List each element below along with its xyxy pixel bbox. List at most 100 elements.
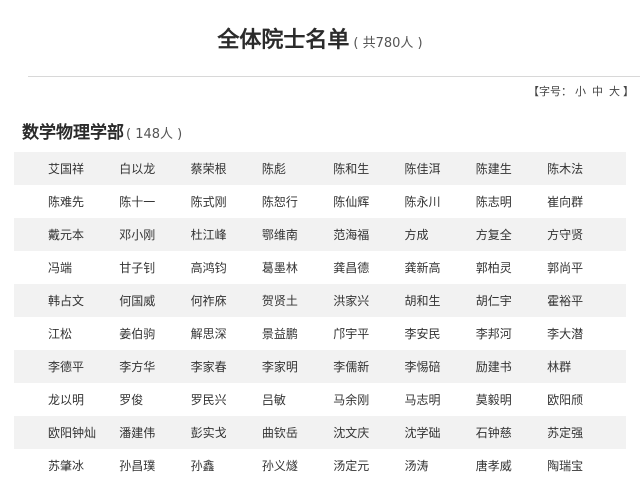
academician-name-link[interactable]: 方成	[405, 226, 475, 243]
academician-name-link[interactable]: 姜伯驹	[119, 325, 189, 342]
academician-name-link[interactable]: 孙义燧	[262, 457, 332, 474]
academician-name-link[interactable]: 林群	[547, 358, 617, 375]
academician-name-link[interactable]: 彭实戈	[191, 424, 261, 441]
academician-name-link[interactable]: 罗俊	[119, 391, 189, 408]
section-heading: 数学物理学部( 148人 )	[22, 118, 182, 143]
academician-name-link[interactable]: 方复全	[476, 226, 546, 243]
academician-name-link[interactable]: 李方华	[119, 358, 189, 375]
academician-name-link[interactable]: 沈学础	[405, 424, 475, 441]
academician-name-link[interactable]: 汤涛	[405, 457, 475, 474]
academician-name-link[interactable]: 马余刚	[333, 391, 403, 408]
academician-name-link[interactable]: 陈佳洱	[405, 160, 475, 177]
academician-name-link[interactable]: 洪家兴	[333, 292, 403, 309]
academician-name-link[interactable]: 艾国祥	[48, 160, 118, 177]
academician-name-link[interactable]: 陈和生	[333, 160, 403, 177]
academician-name-link[interactable]: 陈彪	[262, 160, 332, 177]
academician-name-link[interactable]: 苏肇冰	[48, 457, 118, 474]
academician-name-link[interactable]: 龚新高	[405, 259, 475, 276]
academician-name-link[interactable]: 陈永川	[405, 193, 475, 210]
academician-name-link[interactable]: 何祚庥	[191, 292, 261, 309]
academician-name-link[interactable]: 马志明	[405, 391, 475, 408]
academician-name-link[interactable]: 龚昌德	[333, 259, 403, 276]
academician-name-link[interactable]: 欧阳颀	[547, 391, 617, 408]
academician-name-link[interactable]: 沈文庆	[333, 424, 403, 441]
academician-name-link[interactable]: 石钟慈	[476, 424, 546, 441]
academician-name-link[interactable]: 方守贤	[547, 226, 617, 243]
academician-name-link[interactable]: 李邦河	[476, 325, 546, 342]
academician-name-link[interactable]: 陈十一	[119, 193, 189, 210]
name-row: 龙以明 罗俊 罗民兴 吕敏 马余刚 马志明 莫毅明 欧阳颀	[14, 383, 626, 416]
academician-name-link[interactable]: 莫毅明	[476, 391, 546, 408]
academician-name-link[interactable]: 李安民	[405, 325, 475, 342]
academician-name-link[interactable]: 唐孝威	[476, 457, 546, 474]
academician-name-link[interactable]: 李儒新	[333, 358, 403, 375]
academician-name-link[interactable]: 胡和生	[405, 292, 475, 309]
academician-name-link[interactable]: 韩占文	[48, 292, 118, 309]
font-size-medium-button[interactable]: 中	[592, 85, 603, 98]
academician-name-link[interactable]: 戴元本	[48, 226, 118, 243]
font-size-selector: 【字号：小中大】	[528, 83, 634, 99]
name-row: 陈难先 陈十一 陈式刚 陈恕行 陈仙辉 陈永川 陈志明 崔向群	[14, 185, 626, 218]
academician-name-link[interactable]: 孙昌璞	[119, 457, 189, 474]
page-title: 全体院士名单	[217, 28, 350, 53]
academician-name-link[interactable]: 贺贤土	[262, 292, 332, 309]
academician-name-link[interactable]: 胡仁宇	[476, 292, 546, 309]
academician-name-link[interactable]: 范海福	[333, 226, 403, 243]
academician-name-link[interactable]: 孙鑫	[191, 457, 261, 474]
academician-name-link[interactable]: 吕敏	[262, 391, 332, 408]
academician-name-link[interactable]: 陈难先	[48, 193, 118, 210]
academician-name-link[interactable]: 陈恕行	[262, 193, 332, 210]
name-row: 韩占文 何国威 何祚庥 贺贤土 洪家兴 胡和生 胡仁宇 霍裕平	[14, 284, 626, 317]
academician-name-link[interactable]: 曲钦岳	[262, 424, 332, 441]
academician-name-link[interactable]: 李德平	[48, 358, 118, 375]
academician-name-link[interactable]: 冯端	[48, 259, 118, 276]
academician-name-link[interactable]: 鄂维南	[262, 226, 332, 243]
font-size-small-button[interactable]: 小	[575, 85, 586, 98]
font-size-large-button[interactable]: 大	[609, 85, 620, 98]
academician-name-link[interactable]: 甘子钊	[119, 259, 189, 276]
academician-name-link[interactable]: 江松	[48, 325, 118, 342]
academician-name-link[interactable]: 何国威	[119, 292, 189, 309]
academician-name-link[interactable]: 陈仙辉	[333, 193, 403, 210]
academician-name-link[interactable]: 景益鹏	[262, 325, 332, 342]
name-row: 欧阳钟灿 潘建伟 彭实戈 曲钦岳 沈文庆 沈学础 石钟慈 苏定强	[14, 416, 626, 449]
academician-name-link[interactable]: 霍裕平	[547, 292, 617, 309]
academician-name-link[interactable]: 陈建生	[476, 160, 546, 177]
name-row: 戴元本 邓小刚 杜江峰 鄂维南 范海福 方成 方复全 方守贤	[14, 218, 626, 251]
academician-name-link[interactable]: 龙以明	[48, 391, 118, 408]
academician-name-link[interactable]: 郭尚平	[547, 259, 617, 276]
academician-name-link[interactable]: 解思深	[191, 325, 261, 342]
academician-name-link[interactable]: 陈式刚	[191, 193, 261, 210]
academician-name-link[interactable]: 杜江峰	[191, 226, 261, 243]
page-header: 全体院士名单( 共780人 )	[0, 22, 640, 54]
academician-name-link[interactable]: 汤定元	[333, 457, 403, 474]
academician-name-link[interactable]: 邝宇平	[333, 325, 403, 342]
academician-name-link[interactable]: 高鸿钧	[191, 259, 261, 276]
academician-name-link[interactable]: 励建书	[476, 358, 546, 375]
academician-grid: 艾国祥 白以龙 蔡荣根 陈彪 陈和生 陈佳洱 陈建生 陈木法 陈难先 陈十一 陈式刚 陈恕行 陈仙辉 陈永…	[14, 152, 626, 482]
academician-name-link[interactable]: 崔向群	[547, 193, 617, 210]
academician-name-link[interactable]: 李大潜	[547, 325, 617, 342]
academician-name-link[interactable]: 陈木法	[547, 160, 617, 177]
name-row: 苏肇冰 孙昌璞 孙鑫 孙义燧 汤定元 汤涛 唐孝威 陶瑞宝	[14, 449, 626, 482]
academician-name-link[interactable]: 邓小刚	[119, 226, 189, 243]
academician-name-link[interactable]: 蔡荣根	[191, 160, 261, 177]
academician-name-link[interactable]: 潘建伟	[119, 424, 189, 441]
section-count: ( 148人 )	[126, 127, 183, 142]
academician-name-link[interactable]: 李惕碚	[405, 358, 475, 375]
academician-name-link[interactable]: 欧阳钟灿	[48, 424, 118, 441]
academician-name-link[interactable]: 李家明	[262, 358, 332, 375]
academician-name-link[interactable]: 陈志明	[476, 193, 546, 210]
total-count: ( 共780人 )	[353, 36, 423, 51]
name-row: 江松 姜伯驹 解思深 景益鹏 邝宇平 李安民 李邦河 李大潜	[14, 317, 626, 350]
name-row: 李德平 李方华 李家春 李家明 李儒新 李惕碚 励建书 林群	[14, 350, 626, 383]
section-name: 数学物理学部	[22, 123, 124, 143]
academician-name-link[interactable]: 葛墨林	[262, 259, 332, 276]
name-row: 艾国祥 白以龙 蔡荣根 陈彪 陈和生 陈佳洱 陈建生 陈木法	[14, 152, 626, 185]
academician-name-link[interactable]: 郭柏灵	[476, 259, 546, 276]
academician-name-link[interactable]: 李家春	[191, 358, 261, 375]
academician-name-link[interactable]: 罗民兴	[191, 391, 261, 408]
academician-name-link[interactable]: 白以龙	[119, 160, 189, 177]
academician-name-link[interactable]: 苏定强	[547, 424, 617, 441]
academician-name-link[interactable]: 陶瑞宝	[547, 457, 617, 474]
